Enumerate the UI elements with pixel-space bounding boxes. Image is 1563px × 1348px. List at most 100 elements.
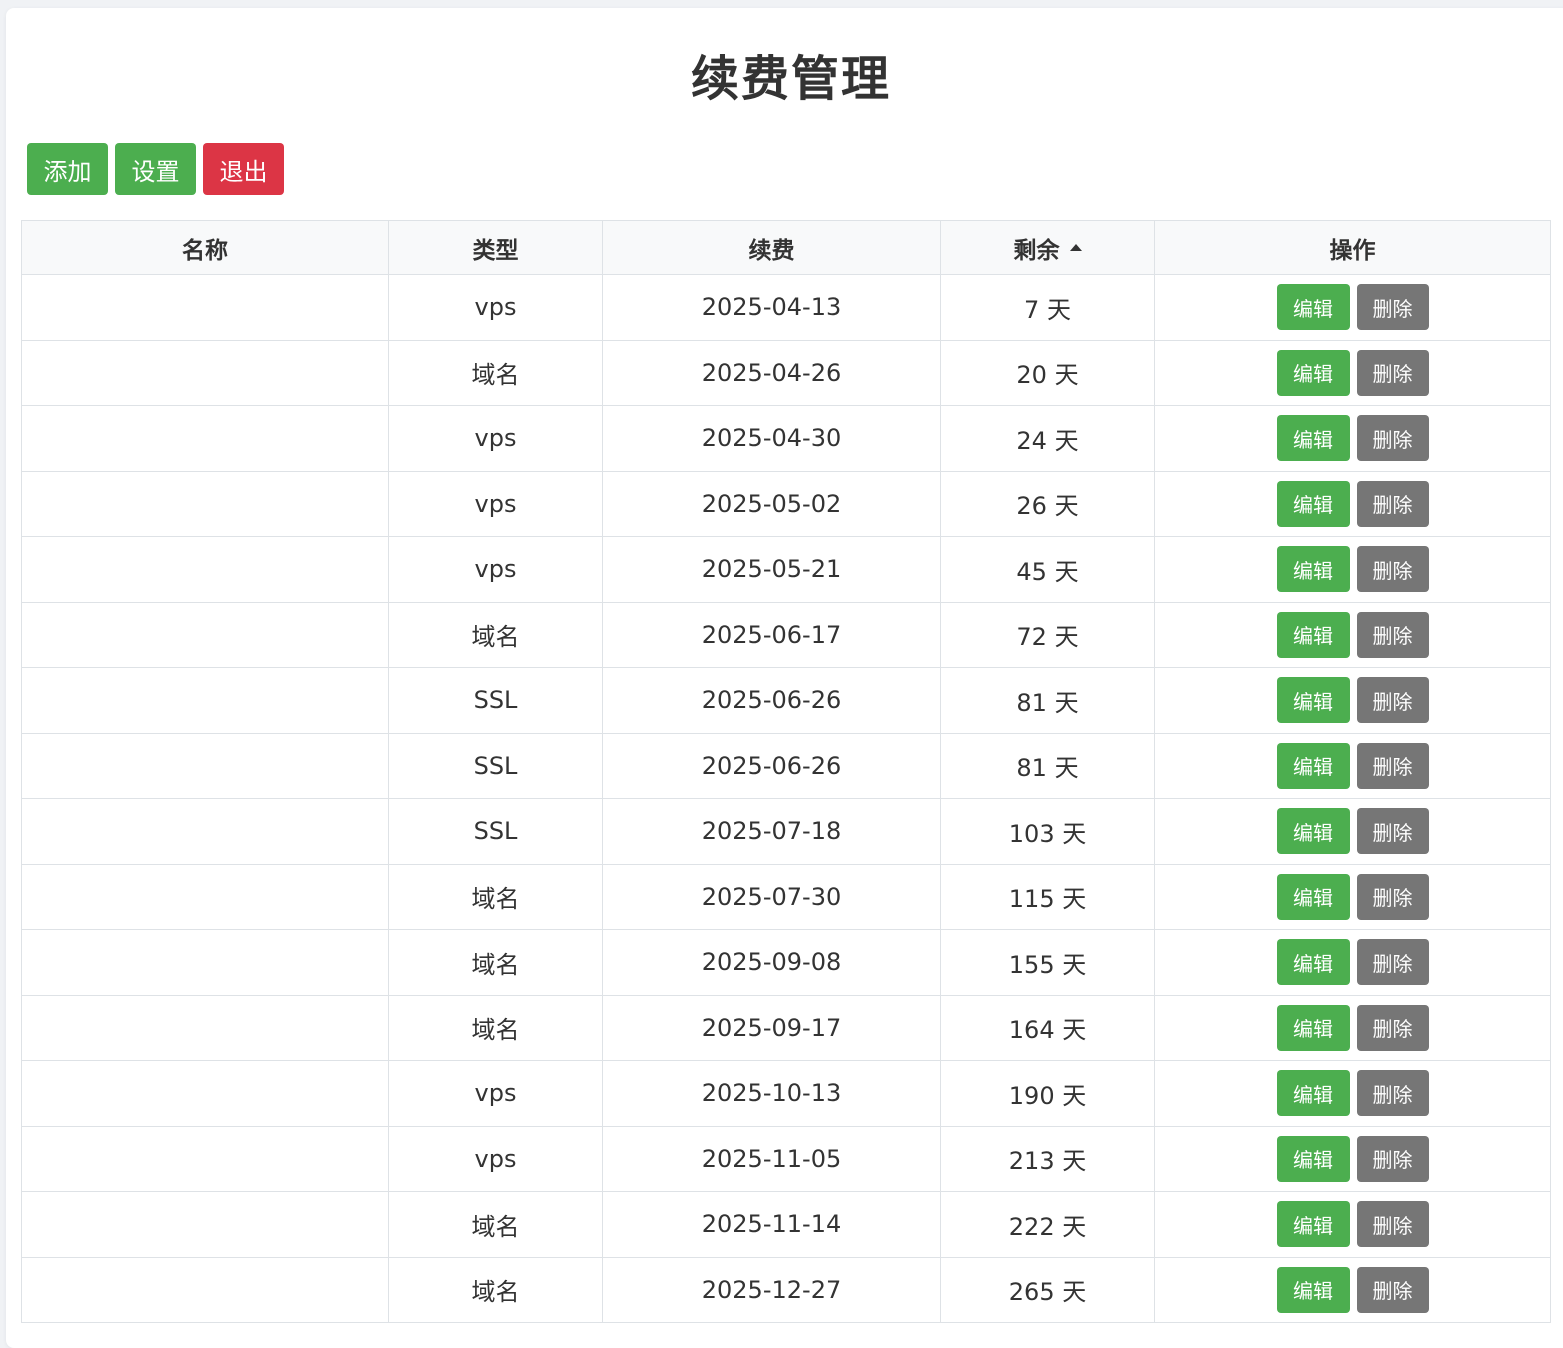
edit-button[interactable]: 编辑: [1276, 1135, 1350, 1182]
delete-button[interactable]: 删除: [1356, 284, 1429, 331]
name-cell: [21, 667, 389, 734]
delete-button[interactable]: 删除: [1356, 1004, 1429, 1051]
renew-date-cell: 2025-05-02: [602, 470, 941, 537]
actions-cell: 编辑 删除: [1154, 339, 1551, 406]
remaining-cell: 24 天: [940, 405, 1155, 472]
renew-date-cell: 2025-07-18: [602, 798, 941, 865]
column-header-name[interactable]: 名称: [21, 220, 389, 275]
row-actions: 编辑 删除: [1276, 677, 1429, 724]
remaining-cell: 265 天: [940, 1256, 1155, 1323]
renewal-table: 名称 类型 续费 剩余 操作 vps 2025-04-13 7 天编辑 删除 域名 202…: [21, 220, 1551, 1323]
edit-button[interactable]: 编辑: [1276, 415, 1350, 462]
edit-button[interactable]: 编辑: [1276, 611, 1350, 658]
column-header-remaining[interactable]: 剩余: [940, 220, 1155, 275]
row-actions: 编辑 删除: [1276, 349, 1429, 396]
row-actions: 编辑 删除: [1276, 611, 1429, 658]
name-cell: [21, 470, 389, 537]
row-actions: 编辑 删除: [1276, 546, 1429, 593]
edit-button[interactable]: 编辑: [1276, 546, 1350, 593]
actions-cell: 编辑 删除: [1154, 667, 1551, 734]
renew-date-cell: 2025-05-21: [602, 536, 941, 603]
actions-cell: 编辑 删除: [1154, 274, 1551, 341]
type-cell: SSL: [388, 732, 603, 799]
remaining-cell: 81 天: [940, 732, 1155, 799]
edit-button[interactable]: 编辑: [1276, 349, 1350, 396]
type-cell: 域名: [388, 339, 603, 406]
delete-button[interactable]: 删除: [1356, 349, 1429, 396]
table-row: vps 2025-04-13 7 天 编辑 删除: [21, 274, 1551, 341]
name-cell: [21, 339, 389, 406]
name-cell: [21, 405, 389, 472]
row-actions: 编辑 删除: [1276, 1266, 1429, 1313]
delete-button[interactable]: 删除: [1356, 1266, 1429, 1313]
type-cell: vps: [388, 1060, 603, 1127]
settings-button[interactable]: 设置: [115, 143, 196, 195]
actions-cell: 编辑 删除: [1154, 536, 1551, 603]
edit-button[interactable]: 编辑: [1276, 1070, 1350, 1117]
add-button[interactable]: 添加: [27, 143, 108, 195]
name-cell: [21, 536, 389, 603]
column-header-renew[interactable]: 续费: [602, 220, 941, 275]
page-title: 续费管理: [690, 51, 891, 107]
renew-date-cell: 2025-04-26: [602, 339, 941, 406]
name-cell: [21, 1191, 389, 1258]
name-cell: [21, 863, 389, 930]
actions-cell: 编辑 删除: [1154, 929, 1551, 996]
actions-cell: 编辑 删除: [1154, 1191, 1551, 1258]
remaining-cell: 26 天: [940, 470, 1155, 537]
type-cell: 域名: [388, 1191, 603, 1258]
table-row: 域名 2025-09-17 164 天 编辑 删除: [21, 994, 1551, 1061]
edit-button[interactable]: 编辑: [1276, 1266, 1350, 1313]
table-row: vps 2025-11-05 213 天 编辑 删除: [21, 1125, 1551, 1192]
delete-button[interactable]: 删除: [1356, 808, 1429, 855]
renew-date-cell: 2025-09-17: [602, 994, 941, 1061]
remaining-cell: 81 天: [940, 667, 1155, 734]
name-cell: [21, 994, 389, 1061]
edit-button[interactable]: 编辑: [1276, 284, 1350, 331]
name-cell: [21, 601, 389, 668]
type-cell: 域名: [388, 601, 603, 668]
delete-button[interactable]: 删除: [1356, 939, 1429, 986]
delete-button[interactable]: 删除: [1356, 546, 1429, 593]
remaining-cell: 190 天: [940, 1060, 1155, 1127]
table-row: 域名 2025-11-14 222 天 编辑 删除: [21, 1191, 1551, 1258]
edit-button[interactable]: 编辑: [1276, 677, 1350, 724]
edit-button[interactable]: 编辑: [1276, 742, 1350, 789]
delete-button[interactable]: 删除: [1356, 1070, 1429, 1117]
name-cell: [21, 929, 389, 996]
renew-date-cell: 2025-11-05: [602, 1125, 941, 1192]
name-cell: [21, 798, 389, 865]
delete-button[interactable]: 删除: [1356, 480, 1429, 527]
edit-button[interactable]: 编辑: [1276, 939, 1350, 986]
edit-button[interactable]: 编辑: [1276, 808, 1350, 855]
delete-button[interactable]: 删除: [1356, 873, 1429, 920]
edit-button[interactable]: 编辑: [1276, 873, 1350, 920]
delete-button[interactable]: 删除: [1356, 415, 1429, 462]
name-cell: [21, 274, 389, 341]
type-cell: vps: [388, 470, 603, 537]
row-actions: 编辑 删除: [1276, 742, 1429, 789]
delete-button[interactable]: 删除: [1356, 1135, 1429, 1182]
row-actions: 编辑 删除: [1276, 415, 1429, 462]
renew-date-cell: 2025-07-30: [602, 863, 941, 930]
table-row: SSL 2025-06-26 81 天 编辑 删除: [21, 667, 1551, 734]
table-row: 域名 2025-12-27 265 天 编辑 删除: [21, 1256, 1551, 1323]
edit-button[interactable]: 编辑: [1276, 480, 1350, 527]
remaining-cell: 222 天: [940, 1191, 1155, 1258]
logout-button[interactable]: 退出: [203, 143, 284, 195]
edit-button[interactable]: 编辑: [1276, 1004, 1350, 1051]
type-cell: 域名: [388, 863, 603, 930]
delete-button[interactable]: 删除: [1356, 611, 1429, 658]
actions-cell: 编辑 删除: [1154, 1125, 1551, 1192]
row-actions: 编辑 删除: [1276, 808, 1429, 855]
delete-button[interactable]: 删除: [1356, 677, 1429, 724]
type-cell: vps: [388, 274, 603, 341]
remaining-cell: 213 天: [940, 1125, 1155, 1192]
edit-button[interactable]: 编辑: [1276, 1201, 1350, 1248]
delete-button[interactable]: 删除: [1356, 1201, 1429, 1248]
name-cell: [21, 1256, 389, 1323]
actions-cell: 编辑 删除: [1154, 994, 1551, 1061]
column-header-type[interactable]: 类型: [388, 220, 603, 275]
delete-button[interactable]: 删除: [1356, 742, 1429, 789]
sort-ascending-icon: [1069, 243, 1082, 251]
